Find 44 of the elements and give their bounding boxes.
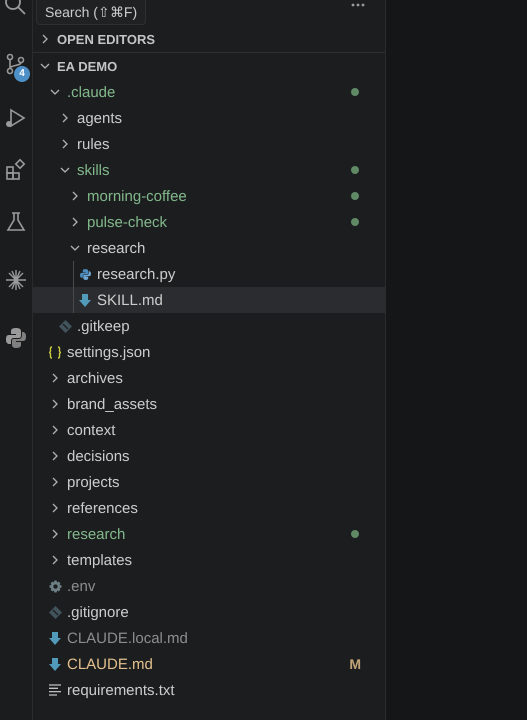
tree-item[interactable]: .claude [33, 79, 385, 105]
down-arrow-icon [49, 632, 61, 644]
tree-item[interactable]: morning-coffee [33, 183, 385, 209]
tree-item[interactable]: archives [33, 365, 385, 391]
tree-item[interactable]: CLAUDE.md M [33, 651, 385, 677]
tree-item[interactable]: rules [33, 131, 385, 157]
run-debug-icon[interactable] [4, 106, 28, 130]
flask-icon[interactable] [4, 210, 28, 234]
section-header[interactable]: EA DEMO [33, 53, 385, 79]
python-icon [78, 268, 92, 280]
count-badge: 4 [14, 66, 30, 82]
tree-item[interactable]: context [33, 417, 385, 443]
tree-item[interactable]: skills [33, 157, 385, 183]
braces-icon [48, 346, 62, 358]
section-header[interactable]: OPEN EDITORS [33, 26, 385, 53]
down-arrow-icon [79, 294, 91, 306]
down-arrow-icon [49, 658, 61, 670]
sparkle-icon[interactable] [4, 268, 28, 292]
modified-indicator: M [349, 656, 361, 672]
python-icon[interactable] [4, 326, 28, 350]
more-icon[interactable] [351, 3, 365, 7]
diamond-icon [58, 320, 72, 332]
tree-item[interactable]: pulse-check [33, 209, 385, 235]
tree-item[interactable]: projects [33, 469, 385, 495]
tree-item[interactable]: agents [33, 105, 385, 131]
tree-item[interactable]: decisions [33, 443, 385, 469]
tree-item[interactable]: SKILL.md [33, 287, 385, 313]
tree-item[interactable]: brand_assets [33, 391, 385, 417]
tooltip: Search (⇧⌘F) [36, 0, 146, 25]
tree-item[interactable]: research [33, 235, 385, 261]
tree-item[interactable]: settings.json [33, 339, 385, 365]
extensions-icon[interactable] [4, 158, 28, 182]
diamond-icon [48, 606, 62, 618]
tree-item[interactable]: CLAUDE.local.md [33, 625, 385, 651]
tree-item[interactable]: .gitkeep [33, 313, 385, 339]
tree-item[interactable]: .gitignore [33, 599, 385, 625]
tree-item[interactable]: .env [33, 573, 385, 599]
tree-item[interactable]: references [33, 495, 385, 521]
gear-icon [48, 580, 62, 592]
tree-item[interactable]: templates [33, 547, 385, 573]
tree-item[interactable]: research.py [33, 261, 385, 287]
lines-icon [49, 684, 61, 696]
tree-item[interactable]: requirements.txt [33, 677, 385, 703]
tree-item[interactable]: research [33, 521, 385, 547]
